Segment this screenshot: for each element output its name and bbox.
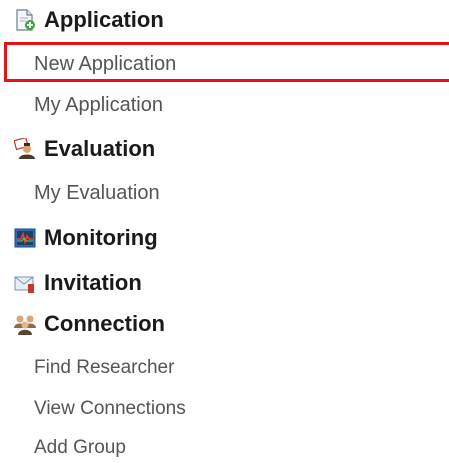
nav-item-my-evaluation[interactable]: My Evaluation: [34, 178, 160, 208]
nav-item-new-application[interactable]: New Application: [34, 49, 176, 79]
nav-section-monitoring[interactable]: Monitoring: [14, 223, 158, 253]
nav-section-label: Connection: [44, 311, 165, 336]
monitor-chart-icon: [14, 227, 36, 249]
nav-item-view-connections[interactable]: View Connections: [34, 394, 186, 424]
nav-item-my-application[interactable]: My Application: [34, 90, 163, 120]
nav-section-invitation[interactable]: Invitation: [14, 268, 142, 298]
evaluator-icon: [13, 136, 36, 160]
nav-item-find-researcher[interactable]: Find Researcher: [34, 353, 174, 383]
nav-section-label: Evaluation: [44, 136, 156, 161]
nav-section-label: Monitoring: [44, 225, 158, 250]
document-add-icon: [14, 9, 36, 31]
envelope-icon: [14, 272, 36, 294]
nav-section-label: Invitation: [44, 270, 142, 295]
nav-section-connection[interactable]: Connection: [14, 309, 165, 339]
nav-section-application[interactable]: Application: [14, 5, 164, 35]
nav-section-evaluation[interactable]: Evaluation: [13, 134, 156, 164]
sidebar-nav: Application New Application My Applicati…: [0, 0, 449, 463]
nav-item-add-group[interactable]: Add Group: [34, 433, 126, 463]
people-group-icon: [14, 313, 36, 335]
nav-section-label: Application: [44, 7, 164, 32]
